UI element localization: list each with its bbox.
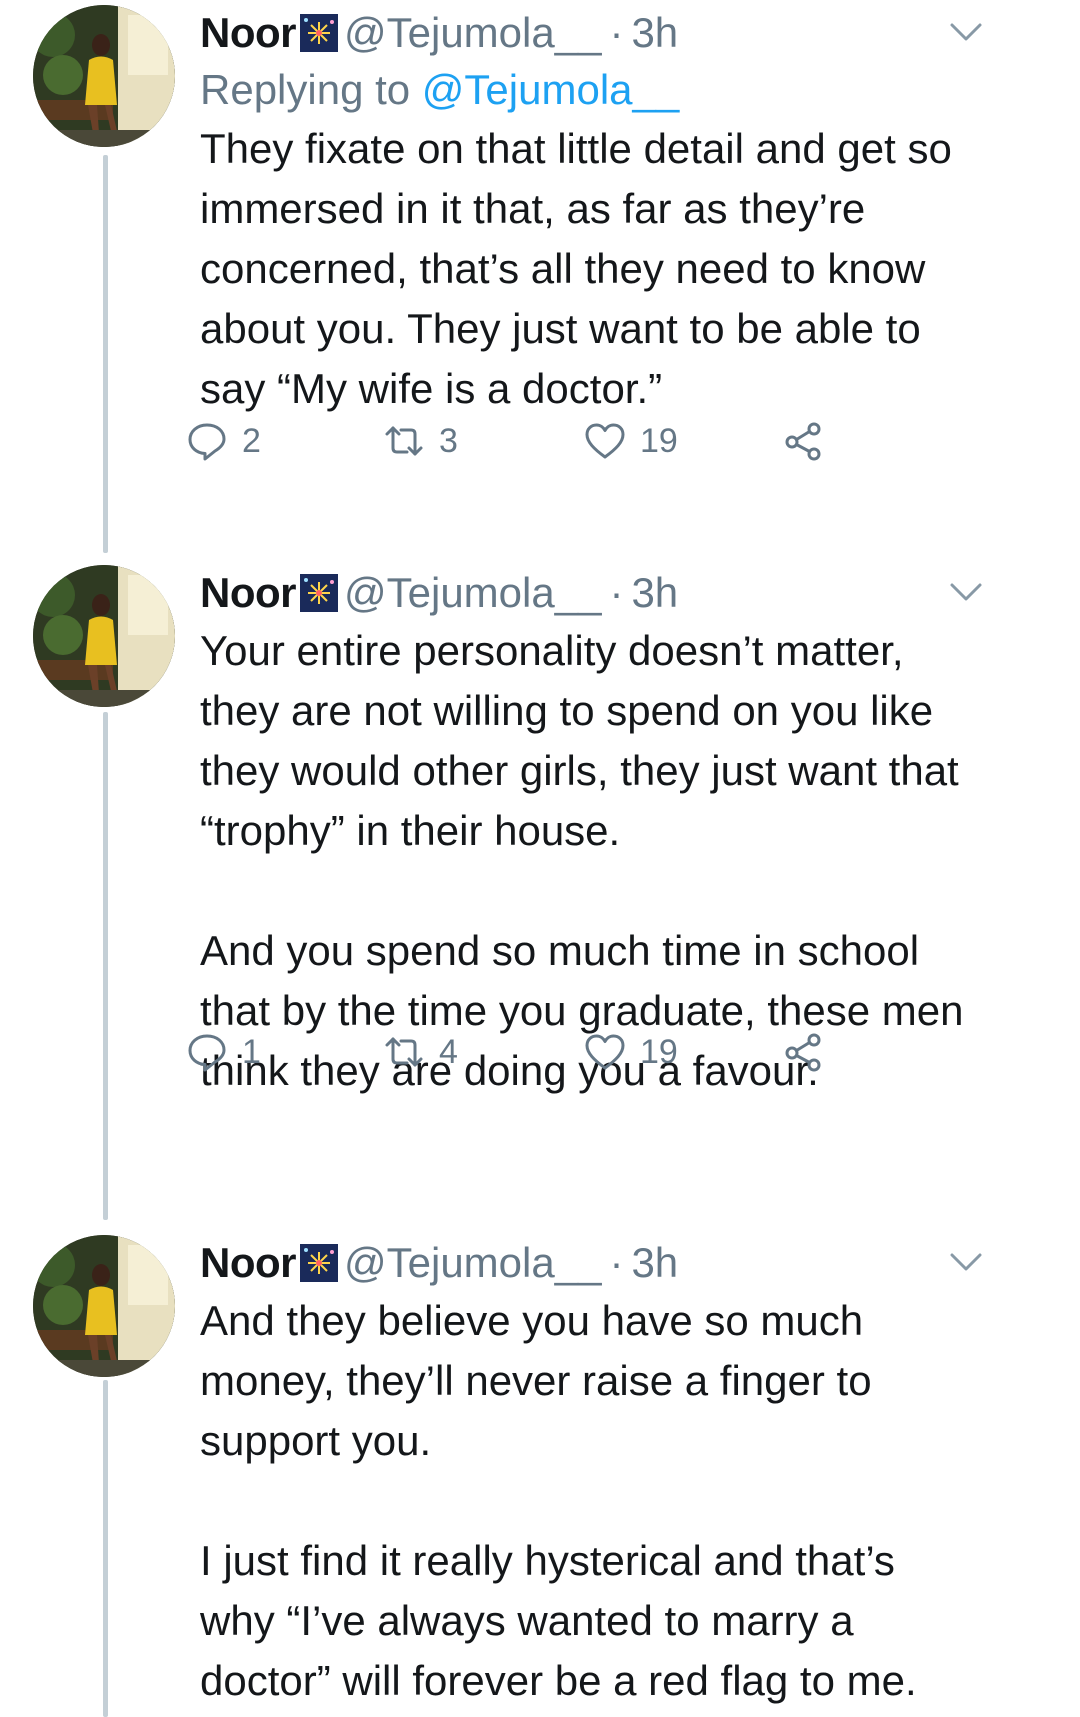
retweet-count: 3 (439, 421, 458, 460)
chevron-down-icon[interactable] (946, 17, 986, 47)
tweet[interactable]: Noor @Tejumola__ · 3h Your entire person… (0, 560, 1080, 1160)
heart-icon (585, 423, 625, 459)
timestamp[interactable]: 3h (631, 569, 678, 617)
replying-prefix: Replying to (200, 66, 422, 113)
display-name[interactable]: Noor (200, 569, 297, 617)
retweet-button[interactable]: 3 (383, 416, 458, 466)
retweet-button[interactable]: 4 (383, 1027, 458, 1077)
tweet-text: They fixate on that little detail and ge… (200, 125, 952, 412)
retweet-icon (385, 426, 423, 456)
separator-dot: · (609, 9, 624, 56)
retweet-icon (385, 1037, 423, 1067)
avatar[interactable] (33, 565, 175, 707)
like-button[interactable]: 19 (584, 416, 678, 466)
share-icon (785, 422, 821, 461)
display-name[interactable]: Noor (200, 1239, 297, 1287)
heart-icon (585, 1034, 625, 1070)
display-name[interactable]: Noor (200, 9, 297, 57)
like-button[interactable]: 19 (584, 1027, 678, 1077)
tweet-header: Noor @Tejumola__ · 3h (200, 563, 678, 623)
separator-dot: · (609, 1239, 624, 1286)
share-button[interactable] (783, 1027, 825, 1077)
tweet[interactable]: Noor @Tejumola__ · 3h And they believe y… (0, 1230, 1080, 1717)
reply-icon (188, 1034, 226, 1072)
replying-to: Replying to @Tejumola__ (200, 66, 679, 114)
timestamp[interactable]: 3h (631, 1239, 678, 1287)
timestamp[interactable]: 3h (631, 9, 678, 57)
chevron-down-icon[interactable] (946, 577, 986, 607)
fireworks-emoji-icon (300, 1244, 338, 1282)
fireworks-emoji-icon (300, 14, 338, 52)
retweet-count: 4 (439, 1032, 458, 1071)
fireworks-emoji-icon (300, 574, 338, 612)
reply-button[interactable]: 2 (186, 416, 261, 466)
reply-button[interactable]: 1 (186, 1027, 261, 1077)
reply-icon (188, 423, 226, 461)
reply-count: 1 (242, 1032, 261, 1071)
handle[interactable]: @Tejumola__ (344, 1239, 601, 1287)
tweet-header: Noor @Tejumola__ · 3h (200, 1233, 678, 1293)
tweet-actions: 1 4 19 (188, 1027, 920, 1077)
like-count: 19 (640, 421, 678, 460)
share-icon (785, 1033, 821, 1072)
replying-handle-link[interactable]: @Tejumola__ (422, 66, 679, 113)
reply-count: 2 (242, 421, 261, 460)
tweet-actions: 2 3 19 (188, 416, 920, 466)
handle[interactable]: @Tejumola__ (344, 9, 601, 57)
avatar[interactable] (33, 1235, 175, 1377)
share-button[interactable] (783, 416, 825, 466)
avatar[interactable] (33, 5, 175, 147)
tweet[interactable]: Noor @Tejumola__ · 3h Replying to @Tejum… (0, 0, 1080, 540)
chevron-down-icon[interactable] (946, 1247, 986, 1277)
separator-dot: · (609, 569, 624, 616)
handle[interactable]: @Tejumola__ (344, 569, 601, 617)
like-count: 19 (640, 1032, 678, 1071)
tweet-header: Noor @Tejumola__ · 3h (200, 3, 678, 63)
tweet-text: And they believe you have so much money,… (200, 1297, 917, 1704)
